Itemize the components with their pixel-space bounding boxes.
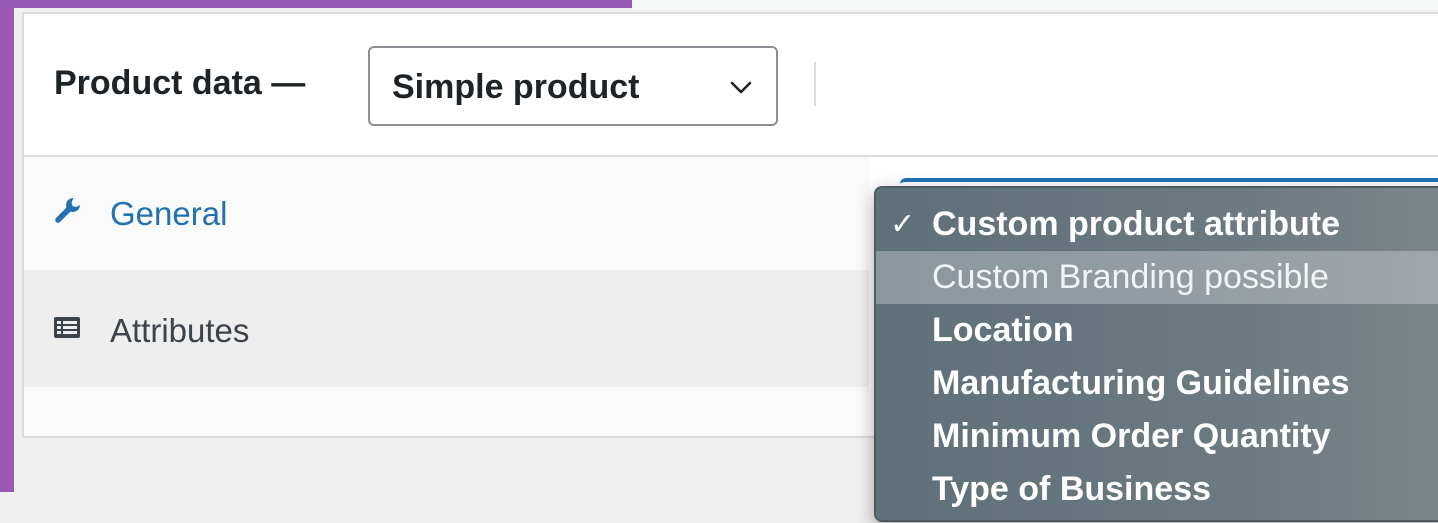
menu-item-type-of-business[interactable]: Type of Business bbox=[876, 463, 1438, 516]
menu-item-label: Custom Branding possible bbox=[932, 258, 1329, 296]
screen: Product data — Simple product General At… bbox=[0, 0, 1438, 523]
panel-title: Product data — bbox=[54, 64, 306, 102]
checkmark-icon: ✓ bbox=[890, 208, 916, 241]
menu-item-label: Custom product attribute bbox=[932, 205, 1340, 243]
wrench-icon bbox=[55, 198, 80, 223]
list-icon bbox=[54, 317, 80, 338]
metabox-header: Product data — Simple product bbox=[24, 14, 1438, 157]
menu-item-label: Manufacturing Guidelines bbox=[932, 364, 1350, 402]
product-type-selected-value: Simple product bbox=[392, 68, 640, 106]
menu-item-manufacturing-guidelines[interactable]: Manufacturing Guidelines bbox=[876, 357, 1438, 410]
tab-attributes[interactable]: Attributes bbox=[24, 270, 869, 387]
tab-general-label: General bbox=[110, 195, 228, 232]
menu-item-label: Minimum Order Quantity bbox=[932, 417, 1331, 455]
header-separator bbox=[814, 62, 816, 106]
tab-attributes-label: Attributes bbox=[110, 312, 250, 349]
menu-item-location[interactable]: Location bbox=[876, 304, 1438, 357]
admin-accent-bar-left bbox=[0, 0, 14, 492]
tab-general[interactable]: General bbox=[24, 157, 869, 270]
menu-item-label: Type of Business bbox=[932, 470, 1211, 508]
menu-item-minimum-order-quantity[interactable]: Minimum Order Quantity bbox=[876, 410, 1438, 463]
product-data-tabs: General Attributes bbox=[24, 157, 869, 436]
menu-item-custom-branding-possible[interactable]: Custom Branding possible bbox=[876, 251, 1438, 304]
top-strip bbox=[632, 0, 1438, 10]
menu-item-label: Location bbox=[932, 311, 1074, 349]
admin-accent-bar-top bbox=[0, 0, 632, 8]
product-type-select[interactable]: Simple product bbox=[368, 46, 778, 126]
menu-item-custom-product-attribute[interactable]: ✓ Custom product attribute bbox=[876, 198, 1438, 251]
chevron-down-icon bbox=[730, 81, 752, 94]
attribute-dropdown-menu[interactable]: ✓ Custom product attribute Custom Brandi… bbox=[874, 186, 1438, 522]
